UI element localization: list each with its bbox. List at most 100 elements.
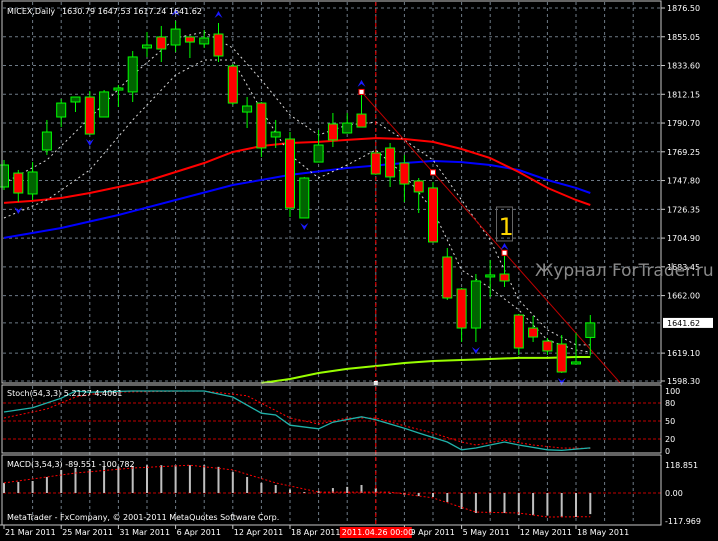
stoch-level-label: 50 (665, 417, 675, 426)
candle-body-down (428, 187, 438, 243)
x-tick-label: 18 May 2011 (577, 528, 629, 537)
candle-body-up (0, 164, 9, 188)
macd-histogram-bar (3, 482, 5, 493)
current-price-label: 1641.62 (667, 319, 700, 328)
trendline-marker (430, 169, 436, 176)
candle-body-up (299, 177, 310, 219)
candle-body-up (142, 44, 152, 49)
candle-body-down (442, 256, 453, 299)
candle-body-down (528, 327, 539, 338)
x-tick-label: 6 Apr 2011 (177, 528, 221, 537)
candle-body-down (499, 273, 510, 282)
candle-body-down (156, 36, 167, 50)
macd-histogram-bar (146, 465, 148, 493)
macd-histogram-bar (474, 493, 477, 514)
x-tick-label: 25 Mar 2011 (62, 528, 113, 537)
candle-body-up (170, 28, 181, 46)
macd-histogram-bar (231, 472, 234, 493)
candle-body-down (413, 180, 424, 193)
macd-histogram-bar (203, 465, 206, 493)
y-tick-label: 1769.25 (667, 148, 700, 157)
candle-body-up (199, 37, 210, 45)
candle (285, 132, 295, 218)
candle-body-up (242, 105, 253, 113)
candle-body-down (213, 33, 224, 57)
candle (428, 182, 438, 243)
candle-body-down (227, 65, 238, 104)
candle-body-up (470, 280, 481, 329)
macd-tick-label: -117.969 (665, 517, 701, 526)
candle-body-down (184, 36, 195, 43)
macd-histogram-bar (432, 493, 434, 498)
candle-body-up (56, 102, 67, 118)
trendline-marker (358, 88, 365, 95)
x-tick-label: 31 Mar 2011 (119, 528, 170, 537)
macd-histogram-bar (389, 493, 392, 494)
copyright-text: MetaTrader - FxCompany, © 2001-2011 Meta… (7, 513, 279, 522)
candle-body-up (270, 131, 281, 138)
macd-histogram-bar (289, 489, 291, 493)
x-tick-label: 12 May 2011 (520, 528, 572, 537)
x-tick-label: 21 Mar 2011 (5, 528, 56, 537)
macd-tick-label: 0.00 (665, 489, 683, 498)
annotation-label: 1 (499, 213, 514, 241)
candle-body-up (70, 96, 81, 103)
candle-body-up (27, 171, 38, 195)
macd-histogram-bar (60, 469, 63, 493)
candle-body-down (285, 138, 295, 209)
candle (299, 176, 310, 219)
macd-label: MACD(3,54,3) -89.551 -100.782 (7, 460, 135, 469)
candle-body-down (256, 102, 267, 149)
macd-histogram-bar (517, 493, 520, 516)
macd-histogram-bar (17, 481, 20, 493)
macd-histogram-bar (274, 484, 277, 493)
y-tick-label: 1704.90 (667, 234, 700, 243)
macd-histogram-bar (31, 480, 34, 493)
macd-histogram-bar (188, 465, 191, 493)
candle-body-up (41, 131, 52, 151)
stoch-level-label: 80 (665, 399, 675, 408)
macd-histogram-bar (575, 493, 577, 518)
x-tick-label: 5 May 2011 (463, 528, 510, 537)
macd-histogram-bar (546, 493, 549, 516)
stoch-level-label: 100 (665, 387, 680, 396)
candle-body-down (556, 343, 567, 373)
candle (84, 90, 95, 135)
ohlc-readout: 1630.79 1647.53 1617.24 1641.62 (62, 7, 202, 16)
y-tick-label: 1726.35 (667, 205, 700, 214)
macd-histogram-bar (460, 493, 463, 510)
candle-body-down (513, 314, 524, 349)
macd-histogram-bar (74, 468, 77, 493)
candle (0, 160, 9, 190)
symbol-title: MICEX,Daily (7, 7, 55, 16)
candle-body-down (13, 172, 24, 194)
x-tick-label: 18 Apr 2011 (291, 528, 340, 537)
candle-body-down (356, 113, 367, 128)
macd-histogram-bar (532, 493, 535, 516)
macd-histogram-bar (317, 491, 320, 493)
macd-histogram-bar (503, 493, 506, 514)
y-tick-label: 1619.10 (667, 349, 700, 358)
candle-body-up (571, 361, 581, 365)
candle-body-up (342, 122, 353, 134)
candle-body-down (84, 96, 95, 135)
candle-body-down (385, 147, 396, 178)
candle-body-down (399, 162, 410, 185)
candle-body-up (113, 87, 124, 91)
trendline-marker (501, 249, 508, 256)
macd-histogram-bar (88, 468, 91, 493)
y-tick-label: 1747.80 (667, 177, 700, 186)
candle-body-up (585, 322, 596, 338)
macd-histogram-bar (117, 466, 120, 493)
candle-body-up (127, 56, 138, 93)
macd-histogram-bar (160, 465, 163, 493)
metatrader-chart[interactable]: 1 1876.50 1855.05 1833.60 1812.15 1790.70 176… (0, 0, 718, 541)
macd-histogram-bar (303, 492, 306, 493)
candle-body-down (456, 288, 467, 329)
stoch-level-label: 20 (665, 435, 675, 444)
y-tick-label: 1598.30 (667, 377, 700, 386)
macd-histogram-bar (217, 466, 220, 493)
macd-histogram-bar (174, 465, 177, 493)
stochastic-label: Stoch(54,3,3) 5.2127 4.4061 (7, 389, 122, 398)
macd-histogram-bar (446, 493, 449, 502)
